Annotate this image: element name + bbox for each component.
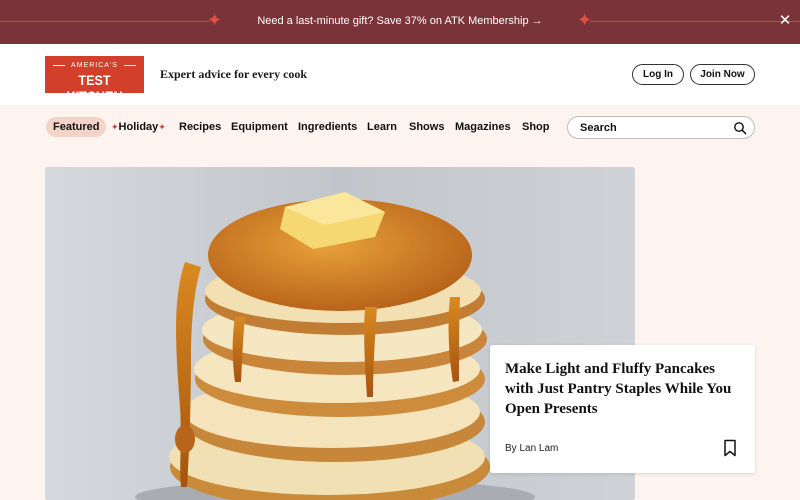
article-title[interactable]: Make Light and Fluffy Pancakes with Just… xyxy=(505,359,740,419)
logo[interactable]: AMERICA'S TEST KITCHEN xyxy=(45,56,144,104)
promo-link[interactable]: Need a last-minute gift? Save 37% on ATK… xyxy=(0,14,800,28)
logo-bottom-text: TEST KITCHEN xyxy=(66,72,123,104)
nav-item-learn[interactable]: Learn xyxy=(367,117,397,137)
promo-banner[interactable]: ✦ ✦ Need a last-minute gift? Save 37% on… xyxy=(0,0,800,44)
logo-top-text: AMERICA'S xyxy=(71,62,118,69)
nav-item-magazines[interactable]: Magazines xyxy=(455,117,511,137)
site-header: AMERICA'S TEST KITCHEN Expert advice for… xyxy=(0,44,800,105)
nav-item-recipes[interactable]: Recipes xyxy=(179,117,221,137)
search-placeholder: Search xyxy=(580,122,617,134)
nav-item-featured[interactable]: Featured xyxy=(46,117,107,137)
nav-item-ingredients[interactable]: Ingredients xyxy=(298,117,357,137)
join-now-button[interactable]: Join Now xyxy=(690,64,755,85)
sparkle-icon: ✦ xyxy=(111,123,119,133)
login-button[interactable]: Log In xyxy=(632,64,684,85)
nav-item-shop[interactable]: Shop xyxy=(522,117,550,137)
article-card[interactable]: Make Light and Fluffy Pancakes with Just… xyxy=(490,345,755,473)
close-icon[interactable]: ✕ xyxy=(775,10,795,30)
sparkle-icon: ✦ xyxy=(158,123,166,133)
search-input[interactable]: Search xyxy=(567,116,755,139)
tagline: Expert advice for every cook xyxy=(160,67,308,81)
nav-item-shows[interactable]: Shows xyxy=(409,117,444,137)
search-icon[interactable] xyxy=(733,121,747,135)
article-author[interactable]: By Lan Lam xyxy=(505,442,558,455)
bookmark-icon[interactable] xyxy=(722,439,738,457)
nav-item-holiday[interactable]: ✦Holiday✦ xyxy=(111,117,166,137)
nav-item-equipment[interactable]: Equipment xyxy=(231,117,288,137)
